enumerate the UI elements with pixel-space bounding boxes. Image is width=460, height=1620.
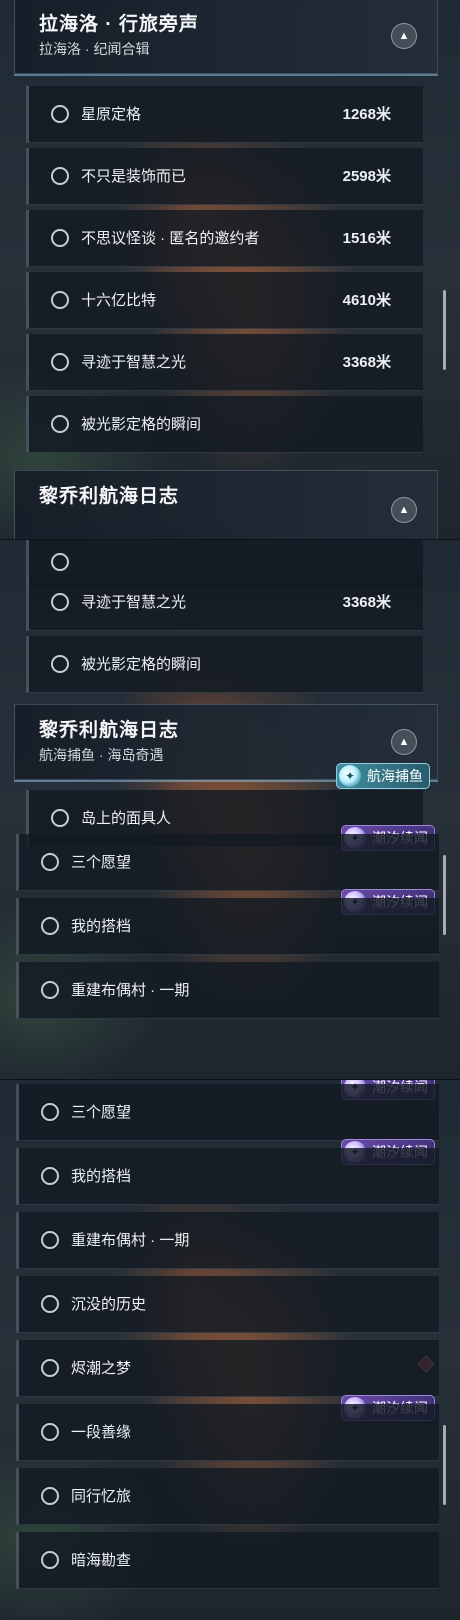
scrollbar-thumb[interactable]: [443, 855, 446, 935]
quest-label: 星原定格: [81, 106, 142, 123]
quest-distance: 1516米: [342, 230, 391, 247]
quest-row[interactable]: 我的搭档: [16, 898, 439, 955]
quest-group-header-rahailo[interactable]: 拉海洛 · 行旅旁声 拉海洛 · 纪闻合辑 ▲: [14, 0, 438, 74]
quest-label: 重建布偶村 · 一期: [71, 982, 190, 999]
quest-label: 不只是装饰而已: [81, 168, 187, 185]
quest-row[interactable]: 暗海勘查: [16, 1532, 439, 1589]
quest-distance: 4610米: [342, 292, 391, 309]
radio-circle-icon[interactable]: [41, 1487, 59, 1505]
radio-circle-icon[interactable]: [41, 1359, 59, 1377]
quest-label: 三个愿望: [71, 1104, 132, 1121]
quest-distance: 3368米: [342, 594, 391, 611]
quest-label: 寻迹于智慧之光: [81, 594, 187, 611]
quest-label: 不思议怪谈 · 匿名的邀约者: [81, 230, 260, 247]
radio-circle-icon[interactable]: [41, 1295, 59, 1313]
quest-label: 同行忆旅: [71, 1488, 132, 1505]
quest-row[interactable]: 被光影定格的瞬间: [26, 396, 423, 453]
scrollbar-thumb[interactable]: [443, 1425, 446, 1505]
quest-label: 寻迹于智慧之光: [81, 354, 187, 371]
quest-list-frame-3: ✦ 潮汐续闻 三个愿望 ✦ 潮汐续闻 我的搭档 重建布偶村 · 一期 沉没的历史…: [0, 1080, 460, 1620]
quest-label: 被光影定格的瞬间: [81, 416, 202, 433]
quest-row[interactable]: 烬潮之梦: [16, 1340, 439, 1397]
quest-group-header-lichori[interactable]: 黎乔利航海日志 ▲: [14, 470, 438, 540]
group-title: 黎乔利航海日志: [39, 720, 180, 741]
radio-circle-icon[interactable]: [51, 655, 69, 673]
radio-circle-icon[interactable]: [51, 167, 69, 185]
quest-row[interactable]: 我的搭档: [16, 1148, 439, 1205]
quest-distance: 2598米: [342, 168, 391, 185]
quest-row[interactable]: 寻迹于智慧之光 3368米: [26, 334, 423, 391]
scrollbar-thumb[interactable]: [443, 290, 446, 370]
quest-row[interactable]: 被光影定格的瞬间: [26, 636, 423, 693]
radio-circle-icon[interactable]: [51, 353, 69, 371]
quest-label: 重建布偶村 · 一期: [71, 1232, 190, 1249]
quest-row[interactable]: 星原定格 1268米: [26, 86, 423, 143]
radio-circle-icon[interactable]: [41, 1231, 59, 1249]
quest-distance: 3368米: [342, 354, 391, 371]
radio-circle-icon[interactable]: [41, 1423, 59, 1441]
radio-circle-icon[interactable]: [51, 593, 69, 611]
radio-circle-icon[interactable]: [41, 1551, 59, 1569]
radio-circle-icon[interactable]: [51, 415, 69, 433]
fishing-swirl-icon: ✦: [339, 765, 361, 787]
collapse-chevron-icon[interactable]: ▲: [391, 23, 417, 49]
quest-row[interactable]: 重建布偶村 · 一期: [16, 962, 439, 1019]
quest-label: 十六亿比特: [81, 292, 157, 309]
quest-label: 暗海勘查: [71, 1552, 132, 1569]
quest-label: 烬潮之梦: [71, 1360, 132, 1377]
quest-label: 沉没的历史: [71, 1296, 147, 1313]
fishing-badge: ✦ 航海捕鱼: [336, 763, 430, 789]
quest-row[interactable]: 十六亿比特 4610米: [26, 272, 423, 329]
radio-circle-icon[interactable]: [41, 853, 59, 871]
radio-circle-icon[interactable]: [51, 291, 69, 309]
radio-circle-icon[interactable]: [51, 553, 69, 571]
group-title: 黎乔利航海日志: [39, 486, 180, 507]
radio-circle-icon[interactable]: [51, 229, 69, 247]
group-subtitle: 航海捕鱼 · 海岛奇遇: [39, 747, 164, 763]
quest-list-frame-1: 拉海洛 · 行旅旁声 拉海洛 · 纪闻合辑 ▲ 星原定格 1268米 不只是装饰…: [0, 0, 460, 540]
quest-row[interactable]: 不只是装饰而已 2598米: [26, 148, 423, 205]
quest-row[interactable]: 寻迹于智慧之光 3368米: [26, 574, 423, 631]
radio-circle-icon[interactable]: [51, 105, 69, 123]
quest-row[interactable]: 一段善缘: [16, 1404, 439, 1461]
quest-label: 被光影定格的瞬间: [81, 656, 202, 673]
quest-label: 岛上的面具人: [81, 810, 172, 827]
quest-row[interactable]: 三个愿望: [16, 834, 439, 891]
group-subtitle: 拉海洛 · 纪闻合辑: [39, 41, 150, 57]
group-title: 拉海洛 · 行旅旁声: [39, 14, 199, 35]
radio-circle-icon[interactable]: [41, 1103, 59, 1121]
quest-row[interactable]: 重建布偶村 · 一期: [16, 1212, 439, 1269]
radio-circle-icon[interactable]: [51, 809, 69, 827]
quest-row[interactable]: 同行忆旅: [16, 1468, 439, 1525]
quest-row[interactable]: 不思议怪谈 · 匿名的邀约者 1516米: [26, 210, 423, 267]
quest-distance: 1268米: [342, 106, 391, 123]
quest-label: 三个愿望: [71, 854, 132, 871]
quest-list-frame-2: 寻迹于智慧之光 3368米 被光影定格的瞬间 黎乔利航海日志 航海捕鱼 · 海岛…: [0, 540, 460, 1080]
quest-label: 我的搭档: [71, 918, 132, 935]
quest-row[interactable]: 沉没的历史: [16, 1276, 439, 1333]
quest-label: 一段善缘: [71, 1424, 132, 1441]
collapse-chevron-icon[interactable]: ▲: [391, 729, 417, 755]
quest-row[interactable]: 三个愿望: [16, 1084, 439, 1141]
radio-circle-icon[interactable]: [41, 1167, 59, 1185]
radio-circle-icon[interactable]: [41, 917, 59, 935]
radio-circle-icon[interactable]: [41, 981, 59, 999]
collapse-chevron-icon[interactable]: ▲: [391, 497, 417, 523]
badge-label: 航海捕鱼: [367, 768, 423, 784]
quest-label: 我的搭档: [71, 1168, 132, 1185]
